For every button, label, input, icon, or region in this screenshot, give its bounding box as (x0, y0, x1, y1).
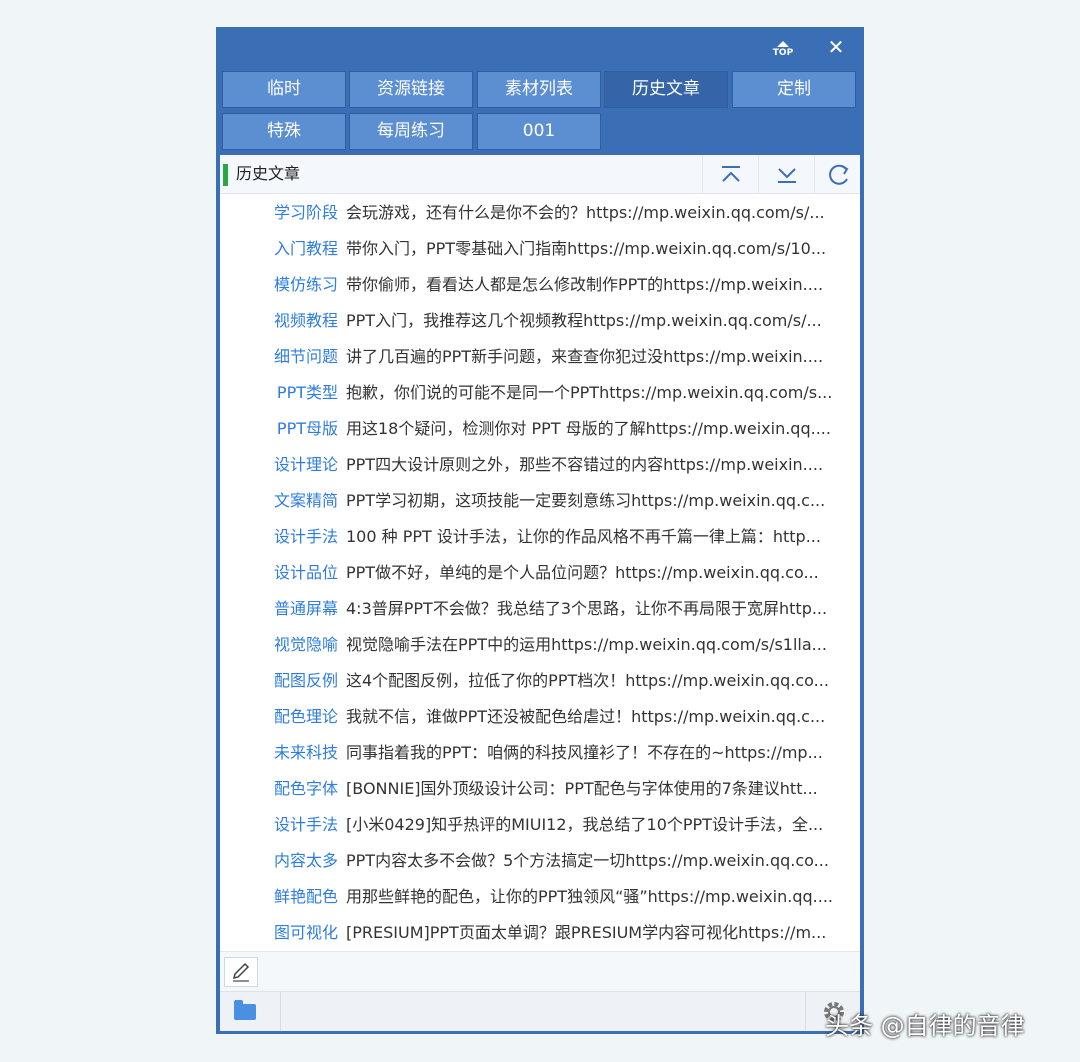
item-key[interactable]: 普通屏幕 (220, 591, 338, 627)
tab-special[interactable]: 特殊 (222, 113, 346, 150)
item-key[interactable]: 视频教程 (220, 303, 338, 339)
expand-down-button[interactable] (758, 155, 814, 193)
item-value[interactable]: PPT内容太多不会做？5个方法搞定一切https://mp.weixin.qq.… (346, 843, 856, 879)
tab-bar: 临时 资源链接 素材列表 历史文章 定制 特殊 每周练习 001 (222, 71, 858, 153)
item-value[interactable]: 这4个配图反例，拉低了你的PPT档次！https://mp.weixin.qq.… (346, 663, 856, 699)
folder-icon[interactable] (234, 1000, 256, 1020)
edit-toolbar (220, 951, 860, 992)
item-key[interactable]: PPT类型 (220, 375, 338, 411)
tab-temp[interactable]: 临时 (222, 71, 346, 108)
tab-001[interactable]: 001 (477, 113, 601, 150)
tab-material-list[interactable]: 素材列表 (477, 71, 601, 108)
tab-weekly-practice[interactable]: 每周练习 (349, 113, 473, 150)
item-key[interactable]: 细节问题 (220, 339, 338, 375)
item-key[interactable]: 设计理论 (220, 447, 338, 483)
list-item[interactable]: 鲜艳配色 用那些鲜艳的配色，让你的PPT独领风“骚”https://mp.weix… (220, 879, 860, 915)
tab-history-articles[interactable]: 历史文章 (604, 71, 728, 108)
list-item[interactable]: 普通屏幕 4:3普屏PPT不会做？我总结了3个思路，让你不再局限于宽屏http..… (220, 591, 860, 627)
item-key[interactable]: 图可视化 (220, 915, 338, 951)
collapse-up-icon (722, 166, 740, 182)
section-marker (223, 164, 228, 186)
list-item[interactable]: 图可视化 [PRESIUM]PPT页面太单调？跟PRESIUM学内容可视化http… (220, 915, 860, 951)
pencil-icon (232, 962, 250, 982)
item-value[interactable]: 我就不信，谁做PPT还没被配色给虐过！https://mp.weixin.qq.… (346, 699, 856, 735)
list-item[interactable]: 视觉隐喻 视觉隐喻手法在PPT中的运用https://mp.weixin.qq.c… (220, 627, 860, 663)
panel-title: 历史文章 (236, 164, 301, 183)
item-value[interactable]: PPT四大设计原则之外，那些不容错过的内容https://mp.weixin..… (346, 447, 856, 483)
item-key[interactable]: 设计品位 (220, 555, 338, 591)
item-value[interactable]: 用那些鲜艳的配色，让你的PPT独领风“骚”https://mp.weixin.q… (346, 879, 856, 915)
item-value[interactable]: 带你偷师，看看达人都是怎么修改制作PPT的https://mp.weixin..… (346, 267, 856, 303)
panel-header: 历史文章 (220, 155, 860, 194)
refresh-icon (829, 164, 849, 185)
list-item[interactable]: 设计手法 [小米0429]知乎热评的MIUI12，我总结了10个PPT设计手法，全… (220, 807, 860, 843)
arrow-up-icon (777, 41, 789, 47)
item-key[interactable]: 模仿练习 (220, 267, 338, 303)
item-value[interactable]: 带你入门，PPT零基础入门指南https://mp.weixin.qq.com/… (346, 231, 856, 267)
item-value[interactable]: PPT学习初期，这项技能一定要刻意练习https://mp.weixin.qq.… (346, 483, 856, 519)
item-key[interactable]: 未来科技 (220, 735, 338, 771)
list-item[interactable]: 入门教程 带你入门，PPT零基础入门指南https://mp.weixin.qq.… (220, 231, 860, 267)
list-item[interactable]: 文案精简 PPT学习初期，这项技能一定要刻意练习https://mp.weixin… (220, 483, 860, 519)
item-value[interactable]: 会玩游戏，还有什么是你不会的？https://mp.weixin.qq.com/… (346, 195, 856, 231)
list-item[interactable]: 学习阶段 会玩游戏，还有什么是你不会的？https://mp.weixin.qq.… (220, 195, 860, 231)
item-value[interactable]: 4:3普屏PPT不会做？我总结了3个思路，让你不再局限于宽屏http... (346, 591, 856, 627)
tab-custom[interactable]: 定制 (732, 71, 856, 108)
list-item[interactable]: 配色理论 我就不信，谁做PPT还没被配色给虐过！https://mp.weixin… (220, 699, 860, 735)
list-item[interactable]: 设计手法 100 种 PPT 设计手法，让你的作品风格不再千篇一律上篇：http.… (220, 519, 860, 555)
item-key[interactable]: 入门教程 (220, 231, 338, 267)
list-item[interactable]: 视频教程 PPT入门，我推荐这几个视频教程https://mp.weixin.qq… (220, 303, 860, 339)
item-key[interactable]: 设计手法 (220, 519, 338, 555)
item-key[interactable]: 内容太多 (220, 843, 338, 879)
item-key[interactable]: 视觉隐喻 (220, 627, 338, 663)
item-key[interactable]: 配色理论 (220, 699, 338, 735)
watermark-text: 头条 @自律的音律 (825, 1012, 1025, 1040)
app-window: TOP ✕ 临时 资源链接 素材列表 历史文章 定制 特殊 每周练习 001 历… (216, 27, 864, 1034)
pin-top-label: TOP (772, 48, 794, 58)
item-value[interactable]: 讲了几百遍的PPT新手问题，来查查你犯过没https://mp.weixin..… (346, 339, 856, 375)
item-key[interactable]: 配图反例 (220, 663, 338, 699)
item-value[interactable]: [PRESIUM]PPT页面太单调？跟PRESIUM学内容可视化https://… (346, 915, 856, 951)
list-item[interactable]: 模仿练习 带你偷师，看看达人都是怎么修改制作PPT的https://mp.weix… (220, 267, 860, 303)
collapse-up-button[interactable] (702, 155, 758, 193)
item-value[interactable]: PPT做不好，单纯的是个人品位问题？https://mp.weixin.qq.c… (346, 555, 856, 591)
title-bar[interactable]: TOP ✕ (216, 27, 864, 71)
item-value[interactable]: 视觉隐喻手法在PPT中的运用https://mp.weixin.qq.com/s… (346, 627, 856, 663)
list-item[interactable]: 细节问题 讲了几百遍的PPT新手问题，来查查你犯过没https://mp.weix… (220, 339, 860, 375)
footer-divider (805, 992, 806, 1031)
list-item[interactable]: 配图反例 这4个配图反例，拉低了你的PPT档次！https://mp.weixin… (220, 663, 860, 699)
item-value[interactable]: PPT入门，我推荐这几个视频教程https://mp.weixin.qq.com… (346, 303, 856, 339)
item-value[interactable]: 同事指着我的PPT：咱俩的科技风撞衫了！不存在的~https://mp... (346, 735, 856, 771)
list-item[interactable]: 未来科技 同事指着我的PPT：咱俩的科技风撞衫了！不存在的~https://mp.… (220, 735, 860, 771)
footer-divider (280, 992, 281, 1031)
list-item[interactable]: PPT类型 抱歉，你们说的可能不是同一个PPThttps://mp.weixin.… (220, 375, 860, 411)
item-key[interactable]: 设计手法 (220, 807, 338, 843)
pin-top-button[interactable]: TOP (770, 41, 796, 61)
list-item[interactable]: PPT母版 用这18个疑问，检测你对 PPT 母版的了解https://mp.we… (220, 411, 860, 447)
item-value[interactable]: 用这18个疑问，检测你对 PPT 母版的了解https://mp.weixin.… (346, 411, 856, 447)
item-key[interactable]: 配色字体 (220, 771, 338, 807)
list-item[interactable]: 设计品位 PPT做不好，单纯的是个人品位问题？https://mp.weixin.… (220, 555, 860, 591)
list-item[interactable]: 设计理论 PPT四大设计原则之外，那些不容错过的内容https://mp.weix… (220, 447, 860, 483)
tab-resource-links[interactable]: 资源链接 (349, 71, 473, 108)
item-value[interactable]: 抱歉，你们说的可能不是同一个PPThttps://mp.weixin.qq.co… (346, 375, 856, 411)
footer-bar (220, 991, 860, 1031)
item-key[interactable]: 鲜艳配色 (220, 879, 338, 915)
content-panel: 历史文章 学习阶段 会玩游戏，还有什么是你不会的？https://mp.weix… (220, 155, 860, 1031)
list-item[interactable]: 配色字体 [BONNIE]国外顶级设计公司：PPT配色与字体使用的7条建议htt.… (220, 771, 860, 807)
article-list: 学习阶段 会玩游戏，还有什么是你不会的？https://mp.weixin.qq.… (220, 195, 860, 951)
item-key[interactable]: 文案精简 (220, 483, 338, 519)
item-key[interactable]: 学习阶段 (220, 195, 338, 231)
item-key[interactable]: PPT母版 (220, 411, 338, 447)
refresh-button[interactable] (814, 155, 860, 193)
edit-button[interactable] (224, 957, 258, 987)
item-value[interactable]: [小米0429]知乎热评的MIUI12，我总结了10个PPT设计手法，全... (346, 807, 856, 843)
item-value[interactable]: 100 种 PPT 设计手法，让你的作品风格不再千篇一律上篇：http... (346, 519, 856, 555)
close-button[interactable]: ✕ (826, 37, 846, 57)
item-value[interactable]: [BONNIE]国外顶级设计公司：PPT配色与字体使用的7条建议htt... (346, 771, 856, 807)
expand-down-icon (778, 168, 796, 183)
list-item[interactable]: 内容太多 PPT内容太多不会做？5个方法搞定一切https://mp.weixin… (220, 843, 860, 879)
